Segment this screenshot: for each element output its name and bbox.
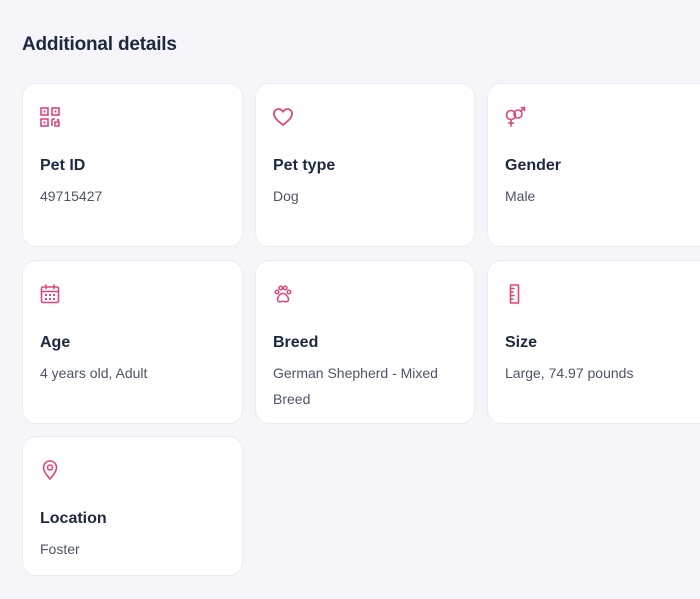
detail-value: Dog	[273, 188, 299, 204]
detail-card-breed: Breed German Shepherd - Mixed Breed	[255, 260, 475, 424]
detail-card-pet-id: Pet ID 49715427	[22, 83, 243, 247]
detail-card-gender: Gender Male	[487, 83, 700, 247]
location-pin-icon	[39, 459, 61, 481]
detail-label: Size	[505, 334, 538, 351]
detail-card-location: Location Foster	[22, 436, 243, 576]
detail-label: Pet ID	[40, 157, 86, 174]
detail-label: Location	[40, 510, 107, 527]
detail-card-pet-type: Pet type Dog	[255, 83, 475, 247]
calendar-icon	[39, 283, 61, 305]
detail-value: 4 years old, Adult	[40, 365, 148, 381]
detail-value: Male	[505, 188, 536, 204]
detail-value: Foster	[40, 541, 80, 557]
detail-value: Large, 74.97 pounds	[505, 365, 634, 381]
detail-card-age: Age 4 years old, Adult	[22, 260, 243, 424]
paw-print-icon	[272, 283, 294, 305]
ruler-icon	[504, 283, 526, 305]
detail-value: German Shepherd - Mixed Breed	[273, 365, 438, 407]
detail-card-size: Size Large, 74.97 pounds	[487, 260, 700, 424]
heart-icon	[272, 106, 294, 128]
detail-label: Age	[40, 334, 71, 351]
gender-symbols-icon	[504, 106, 526, 128]
section-title: Additional details	[22, 34, 177, 55]
detail-label: Pet type	[273, 157, 336, 174]
detail-label: Breed	[273, 334, 319, 351]
qr-code-icon	[39, 106, 61, 128]
detail-value: 49715427	[40, 188, 103, 204]
detail-label: Gender	[505, 157, 562, 174]
